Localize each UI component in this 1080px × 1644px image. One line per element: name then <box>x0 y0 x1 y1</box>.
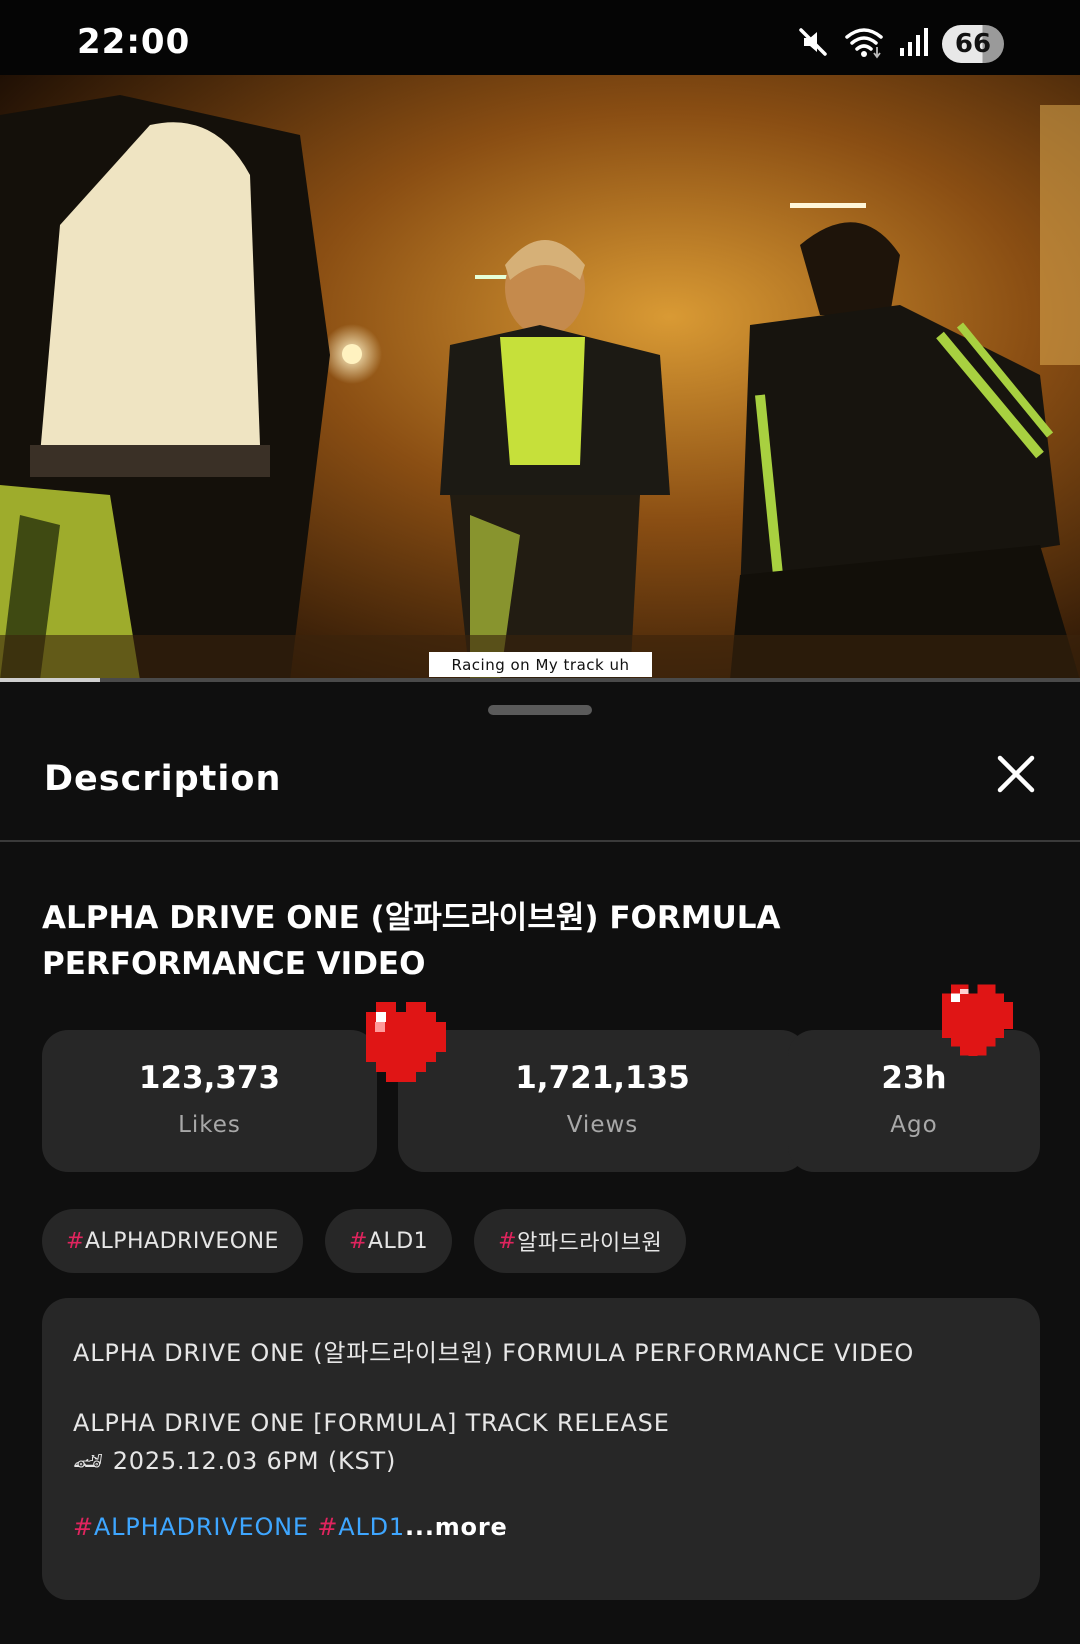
divider <box>0 840 1080 842</box>
hashtag-chips: # ALPHADRIVEONE # ALD1 # 알파드라이브원 <box>42 1209 687 1273</box>
hashtag-chip[interactable]: # ALPHADRIVEONE <box>42 1209 303 1273</box>
views-stat: 1,721,135 Views <box>398 1030 807 1172</box>
hashtag-symbol: # <box>317 1513 339 1541</box>
hashtag-text: ALPHADRIVEONE <box>84 1228 279 1254</box>
description-line: 🏎 2025.12.03 6PM (KST) <box>73 1447 397 1475</box>
hashtag-chip[interactable]: # 알파드라이브원 <box>474 1209 687 1273</box>
wifi-icon <box>844 25 884 63</box>
description-sheet: Description ALPHA DRIVE ONE (알파드라이브원) FO… <box>0 682 1080 1644</box>
mute-icon <box>796 25 830 63</box>
hashtag-link[interactable]: ALD1 <box>338 1513 405 1541</box>
more-link[interactable]: ...more <box>405 1513 508 1541</box>
hashtag-text: 알파드라이브원 <box>517 1231 663 1256</box>
description-line: ALPHA DRIVE ONE [FORMULA] TRACK RELEASE <box>73 1409 670 1437</box>
hashtag-symbol: # <box>498 1228 518 1254</box>
hashtag-link[interactable]: ALPHADRIVEONE <box>94 1513 309 1541</box>
description-text: ALPHA DRIVE ONE (알파드라이브원) FORMULA PERFOR… <box>73 1334 993 1546</box>
hashtag-chip[interactable]: # ALD1 <box>324 1209 453 1273</box>
likes-count: 123,373 <box>138 1060 281 1096</box>
likes-stat: 123,373 Likes <box>42 1030 377 1172</box>
age-value: 23h <box>881 1060 947 1096</box>
description-body[interactable]: ALPHA DRIVE ONE (알파드라이브원) FORMULA PERFOR… <box>42 1298 1040 1600</box>
drag-handle[interactable] <box>488 705 592 715</box>
stats-row: 123,373 Likes 1,721,135 Views 23h Ago <box>42 984 1040 1172</box>
views-count: 1,721,135 <box>515 1060 690 1096</box>
heart-icon <box>942 984 1014 1056</box>
age-label: Ago <box>890 1112 938 1138</box>
hashtag-symbol: # <box>66 1228 85 1254</box>
views-label: Views <box>566 1112 639 1138</box>
video-caption: Racing on My track uh <box>429 652 652 677</box>
close-button[interactable] <box>994 752 1038 796</box>
video-player[interactable]: Racing on My track uh <box>0 75 1080 680</box>
hashtag-symbol: # <box>73 1513 94 1541</box>
status-icons: 66 <box>796 24 1004 64</box>
likes-label: Likes <box>178 1112 241 1138</box>
video-title: ALPHA DRIVE ONE (알파드라이브원) FORMULA PERFOR… <box>42 900 781 982</box>
status-time: 22:00 <box>77 22 191 62</box>
video-frame <box>0 75 1080 680</box>
status-bar: 22:00 66 <box>0 0 1080 75</box>
description-line: ALPHA DRIVE ONE (알파드라이브원) FORMULA PERFOR… <box>73 1339 915 1367</box>
heart-icon <box>366 1002 446 1082</box>
close-icon <box>997 755 1035 793</box>
sheet-title: Description <box>44 759 282 799</box>
hashtag-symbol: # <box>348 1228 368 1254</box>
hashtag-text: ALD1 <box>367 1228 429 1254</box>
signal-icon <box>898 26 928 62</box>
battery-indicator: 66 <box>942 25 1004 63</box>
description-hashtags: #ALPHADRIVEONE #ALD1...more <box>73 1508 993 1546</box>
